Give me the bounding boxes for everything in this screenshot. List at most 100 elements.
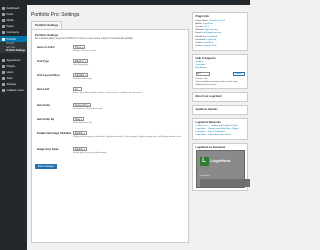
plugin-icon bbox=[2, 64, 5, 68]
setting-select[interactable]: Descending bbox=[73, 102, 92, 107]
setting-select[interactable]: Masonry bbox=[73, 58, 88, 63]
more-title: More from LogicHunt bbox=[195, 94, 222, 98]
logichunt-logo-icon: L bbox=[199, 157, 209, 167]
menu-item[interactable]: Collapse menu bbox=[0, 88, 27, 94]
admin-bar bbox=[0, 0, 250, 5]
menu-item-label: Tools bbox=[6, 77, 13, 81]
setting-label: Item Order By bbox=[37, 118, 55, 122]
setting-hint: Enable grey scale on portfolio image bbox=[73, 151, 107, 154]
tools-icon bbox=[2, 77, 5, 81]
promo-brand: LogicHunt bbox=[210, 158, 231, 164]
menu-item-label: Comments bbox=[6, 31, 20, 35]
menu-item-label: Dashboard bbox=[6, 6, 20, 10]
facebook-box: LogicHunt on Facebook L LogicHunt LogicH… bbox=[192, 142, 250, 192]
help-link[interactable]: Bug Report bbox=[196, 67, 245, 70]
section-title: Portfolio Settings bbox=[35, 32, 59, 37]
setting-hint: Grid display type bbox=[73, 63, 89, 66]
menu-item-label: Add New bbox=[6, 46, 16, 49]
setting-label: Items to Fetch bbox=[37, 46, 55, 50]
setting-row: Enable Full Image ClickableDisableMaking… bbox=[35, 130, 185, 147]
plugin-info-value[interactable]: Portfolio Pro 1.0 bbox=[209, 20, 225, 22]
setting-hint: Number of items to show bbox=[73, 49, 96, 52]
collapse-icon bbox=[2, 89, 5, 93]
donate-amount-input[interactable]: $15 bbox=[195, 72, 210, 76]
media-icon bbox=[2, 18, 5, 22]
plugin-info-key: Demo: bbox=[195, 45, 202, 48]
setting-row: Item Order By DateOrder by date or title bbox=[35, 116, 185, 131]
plugin-info-value[interactable]: LogicHunt bbox=[203, 42, 213, 44]
setting-row: Grid Type MasonryGrid display type bbox=[35, 58, 185, 73]
menu-item-label: Appearance bbox=[6, 58, 21, 62]
setting-label: Grid Layout Filters bbox=[37, 74, 61, 78]
promo-sub: LogicHunt bbox=[199, 175, 210, 178]
donate-note: Your contributions always helps us to be… bbox=[195, 80, 238, 86]
plugin-info-value[interactable]: Download bbox=[208, 36, 218, 38]
setting-select[interactable]: Alphabet bbox=[73, 72, 89, 77]
menu-item-label: Portfolio bbox=[6, 37, 17, 41]
plugin-info-value[interactable]: Compare Plan bbox=[203, 45, 217, 47]
plugin-info-key: Author: bbox=[195, 22, 203, 25]
admin-menu: Dashboard Posts Media Pages Comments Portfoli… bbox=[0, 5, 27, 250]
menu-item-label: Media bbox=[6, 18, 14, 22]
setting-row: Grid Layout Filters AlphabetGrid filter l… bbox=[35, 72, 185, 87]
more-box: More from LogicHunt bbox=[192, 91, 248, 103]
network-link[interactable]: LogicHunt – Online Education Series bbox=[196, 134, 245, 137]
pin-icon bbox=[2, 12, 5, 16]
plugin-info-box: Plugin Info Plugin Name: Portfolio Pro 1… bbox=[192, 12, 248, 52]
menu-item-label: Pages bbox=[6, 25, 14, 29]
facebook-title: LogicHunt on Facebook bbox=[195, 145, 226, 149]
help-title: Help & Supports bbox=[195, 56, 216, 60]
setting-row: Item Limit 10 Please input limit number of… bbox=[35, 86, 185, 103]
setting-field: AlphabetGrid filter layout type bbox=[73, 72, 93, 80]
setting-hint: Making whole image clickable with a ligh… bbox=[73, 135, 182, 138]
plugin-info-key: Email: bbox=[195, 32, 202, 35]
networks-list: Portfolio Pro — Gallery and Portfolio Pl… bbox=[196, 125, 245, 137]
appstore-box: AppStore Hybrids bbox=[192, 104, 248, 116]
plugin-info-value[interactable]: logichunt.com bbox=[205, 29, 219, 31]
appearance-icon bbox=[2, 58, 5, 62]
plugin-info-key: Facebook: bbox=[195, 38, 206, 41]
sidebar: Plugin Info Plugin Name: Portfolio Pro 1… bbox=[192, 12, 250, 194]
plugin-info-value[interactable]: 1.0.1 bbox=[204, 26, 209, 28]
donate-button[interactable]: Donate bbox=[232, 71, 245, 77]
setting-field: MasonryGrid display type bbox=[73, 58, 89, 66]
settings-form: Items to Fetch ThreeNumber of items to sh… bbox=[35, 44, 185, 161]
help-links: Support Questions Bug Report bbox=[196, 61, 245, 70]
menu-item-label: Collapse menu bbox=[6, 89, 24, 93]
plugin-info-value[interactable]: LogicHunt bbox=[206, 39, 216, 41]
setting-hint: Descendent or Ascendent order bbox=[73, 107, 103, 110]
setting-row: Item Order DescendingDescendent or Ascend… bbox=[35, 102, 185, 117]
tab-portfolio-settings[interactable]: Portfolio Settings bbox=[31, 21, 63, 29]
donate-row: $15 Donate bbox=[195, 71, 245, 77]
plugin-info-value[interactable]: LogicHunt bbox=[203, 23, 213, 25]
plugin-info-key: WordPress: bbox=[195, 35, 207, 38]
setting-input[interactable]: 10 bbox=[73, 86, 82, 91]
setting-field: DisableMaking whole image clickable with… bbox=[73, 130, 182, 138]
section-description: Set a default gallery setup for Portfoli… bbox=[35, 37, 134, 40]
menu-item-label: Users bbox=[6, 70, 14, 74]
settings-panel: Portfolio Settings Set a default gallery… bbox=[31, 28, 189, 243]
page-title: Portfolio Pro: Settings bbox=[31, 12, 80, 18]
plugin-info-value[interactable]: info@logichunt.com bbox=[202, 32, 221, 34]
setting-hint: Grid filter layout type bbox=[73, 77, 93, 80]
setting-row: Items to Fetch ThreeNumber of items to sh… bbox=[35, 44, 185, 59]
plugin-info-key: Plugin Name: bbox=[195, 19, 209, 22]
menu-item-label: Settings bbox=[6, 83, 16, 87]
appstore-title: AppStore Hybrids bbox=[195, 107, 218, 111]
facebook-promo-image[interactable]: L LogicHunt LogicHunt bbox=[195, 150, 250, 189]
save-changes-button[interactable]: Save Changes bbox=[35, 163, 57, 169]
users-icon bbox=[2, 70, 5, 74]
plugin-info-title: Plugin Info bbox=[195, 15, 209, 18]
setting-select[interactable]: Disable bbox=[73, 130, 87, 135]
menu-item-label: Portfolio Settings bbox=[6, 50, 26, 53]
setting-label: Item Limit bbox=[37, 88, 50, 92]
setting-select[interactable]: Three bbox=[73, 44, 85, 49]
plugin-info-row: Demo: Compare Plan bbox=[196, 45, 245, 48]
plugin-info-key: Twitter: bbox=[195, 41, 203, 44]
setting-select[interactable]: Disable bbox=[73, 146, 87, 151]
setting-select[interactable]: Date bbox=[73, 116, 84, 121]
menu-item-label: Plugins bbox=[6, 64, 16, 68]
networks-box: LogicHunt Networks Portfolio Pro — Galle… bbox=[192, 117, 248, 141]
setting-label: Enable Full Image Clickable bbox=[37, 132, 72, 136]
setting-field: DateOrder by date or title bbox=[73, 116, 92, 124]
